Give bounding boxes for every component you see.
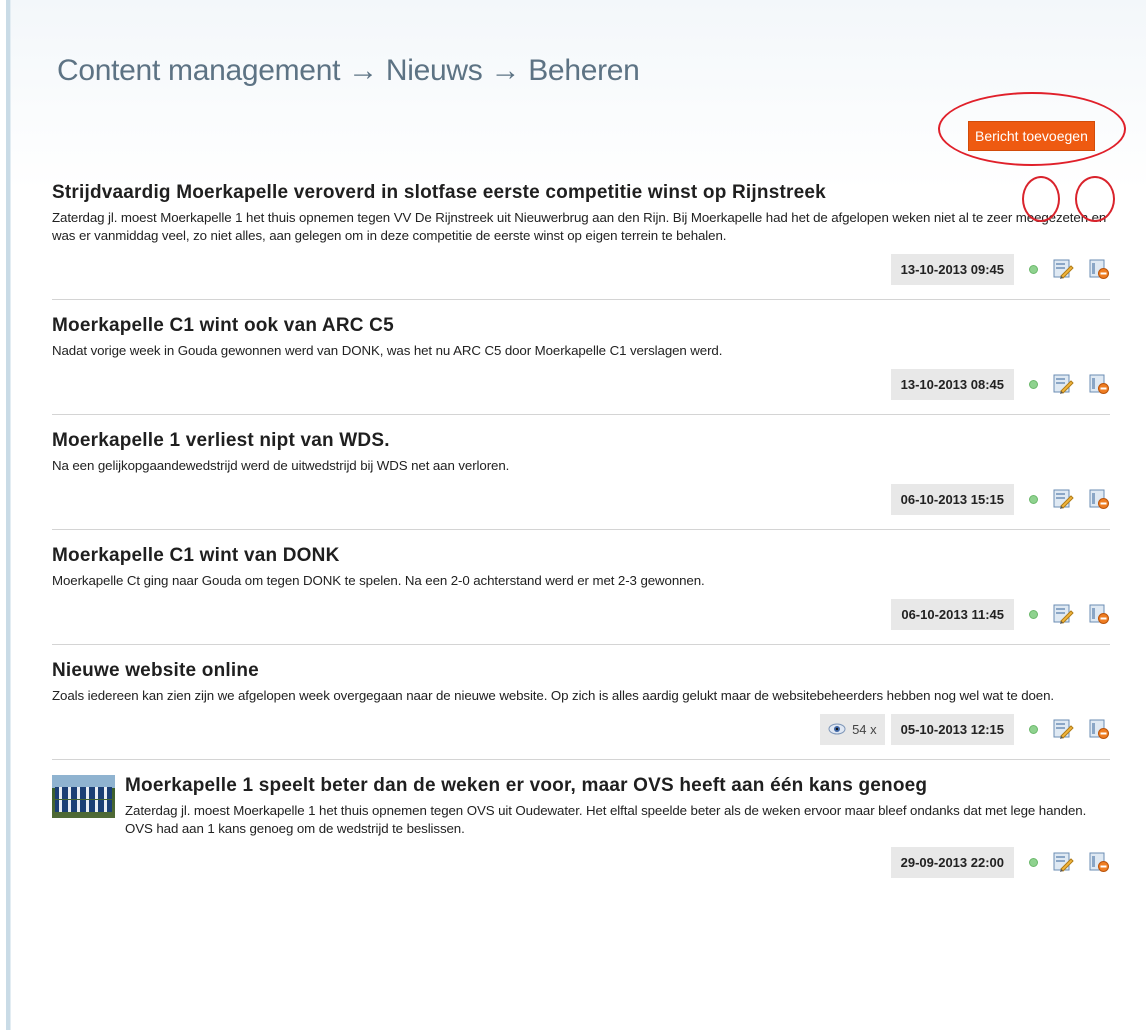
- edit-icon[interactable]: [1052, 373, 1074, 395]
- status-dot: [1029, 494, 1038, 504]
- news-meta: 13-10-2013 08:45: [52, 368, 1110, 400]
- news-item: Moerkapelle 1 speelt beter dan de weken …: [52, 775, 1110, 878]
- annotation-circle-edit: [1022, 176, 1060, 222]
- annotation-circle-delete: [1075, 176, 1115, 222]
- news-item: Moerkapelle C1 wint van DONK Moerkapelle…: [52, 545, 1110, 645]
- news-title[interactable]: Moerkapelle C1 wint van DONK: [52, 545, 1110, 567]
- news-meta: 06-10-2013 11:45: [52, 598, 1110, 630]
- date-badge: 13-10-2013 09:45: [890, 253, 1014, 285]
- edit-icon[interactable]: [1052, 258, 1074, 280]
- news-title[interactable]: Moerkapelle 1 verliest nipt van WDS.: [52, 430, 1110, 452]
- views-count: 54 x: [852, 721, 877, 737]
- status-dot: [1029, 724, 1038, 734]
- news-item-body: Moerkapelle C1 wint ook van ARC C5 Nadat…: [52, 315, 1110, 360]
- page-title: Content management → Nieuws → Beheren: [57, 54, 640, 87]
- news-item: Strijdvaardig Moerkapelle veroverd in sl…: [52, 176, 1115, 300]
- news-item-body: Nieuwe website online Zoals iedereen kan…: [52, 660, 1110, 705]
- news-summary: Zoals iedereen kan zien zijn we afgelope…: [52, 688, 1054, 703]
- news-item-body: Moerkapelle C1 wint van DONK Moerkapelle…: [52, 545, 1110, 590]
- date-badge: 13-10-2013 08:45: [890, 368, 1014, 400]
- news-meta: 54 x 05-10-2013 12:15: [52, 713, 1110, 745]
- divider: [52, 759, 1110, 760]
- date-badge: 05-10-2013 12:15: [890, 713, 1014, 745]
- news-title[interactable]: Strijdvaardig Moerkapelle veroverd in sl…: [52, 182, 1110, 204]
- news-summary: Moerkapelle Ct ging naar Gouda om tegen …: [52, 573, 705, 588]
- news-title[interactable]: Nieuwe website online: [52, 660, 1110, 682]
- date-badge: 29-09-2013 22:00: [890, 846, 1014, 878]
- status-dot: [1029, 857, 1038, 867]
- edit-icon[interactable]: [1052, 603, 1074, 625]
- news-meta: 13-10-2013 09:45: [52, 176, 1115, 285]
- delete-icon[interactable]: [1088, 851, 1110, 873]
- divider: [52, 299, 1110, 300]
- status-dot: [1029, 264, 1038, 274]
- eye-icon: [828, 723, 846, 735]
- delete-icon[interactable]: [1088, 718, 1110, 740]
- edit-icon[interactable]: [1052, 488, 1074, 510]
- divider: [52, 414, 1110, 415]
- edit-icon[interactable]: [1052, 851, 1074, 873]
- status-dot: [1029, 379, 1038, 389]
- news-item: Moerkapelle 1 verliest nipt van WDS. Na …: [52, 430, 1110, 530]
- news-summary: Zaterdag jl. moest Moerkapelle 1 het thu…: [52, 210, 1107, 243]
- delete-icon[interactable]: [1088, 603, 1110, 625]
- news-list: Strijdvaardig Moerkapelle veroverd in sl…: [52, 176, 1115, 878]
- delete-icon[interactable]: [1088, 258, 1110, 280]
- news-item-body: Moerkapelle 1 speelt beter dan de weken …: [52, 775, 1110, 838]
- news-item: Moerkapelle C1 wint ook van ARC C5 Nadat…: [52, 315, 1110, 415]
- news-meta: 06-10-2013 15:15: [52, 483, 1110, 515]
- edit-icon[interactable]: [1052, 718, 1074, 740]
- views-badge: 54 x: [820, 713, 885, 745]
- news-title[interactable]: Moerkapelle C1 wint ook van ARC C5: [52, 315, 1110, 337]
- date-badge: 06-10-2013 11:45: [891, 598, 1014, 630]
- news-item-body: Strijdvaardig Moerkapelle veroverd in sl…: [52, 182, 1110, 245]
- status-dot: [1029, 609, 1038, 619]
- news-item: Nieuwe website online Zoals iedereen kan…: [52, 660, 1110, 760]
- header-background: [11, 0, 1146, 190]
- news-summary: Nadat vorige week in Gouda gewonnen werd…: [52, 343, 723, 358]
- add-news-button[interactable]: Bericht toevoegen: [968, 121, 1095, 151]
- divider: [52, 529, 1110, 530]
- news-title[interactable]: Moerkapelle 1 speelt beter dan de weken …: [125, 775, 1110, 797]
- news-meta: 29-09-2013 22:00: [52, 846, 1110, 878]
- divider: [52, 644, 1110, 645]
- date-badge: 06-10-2013 15:15: [890, 483, 1014, 515]
- news-summary: Na een gelijkopgaandewedstrijd werd de u…: [52, 458, 510, 473]
- delete-icon[interactable]: [1088, 488, 1110, 510]
- news-item-body: Moerkapelle 1 verliest nipt van WDS. Na …: [52, 430, 1110, 475]
- news-summary: Zaterdag jl. moest Moerkapelle 1 het thu…: [125, 803, 1087, 836]
- delete-icon[interactable]: [1088, 373, 1110, 395]
